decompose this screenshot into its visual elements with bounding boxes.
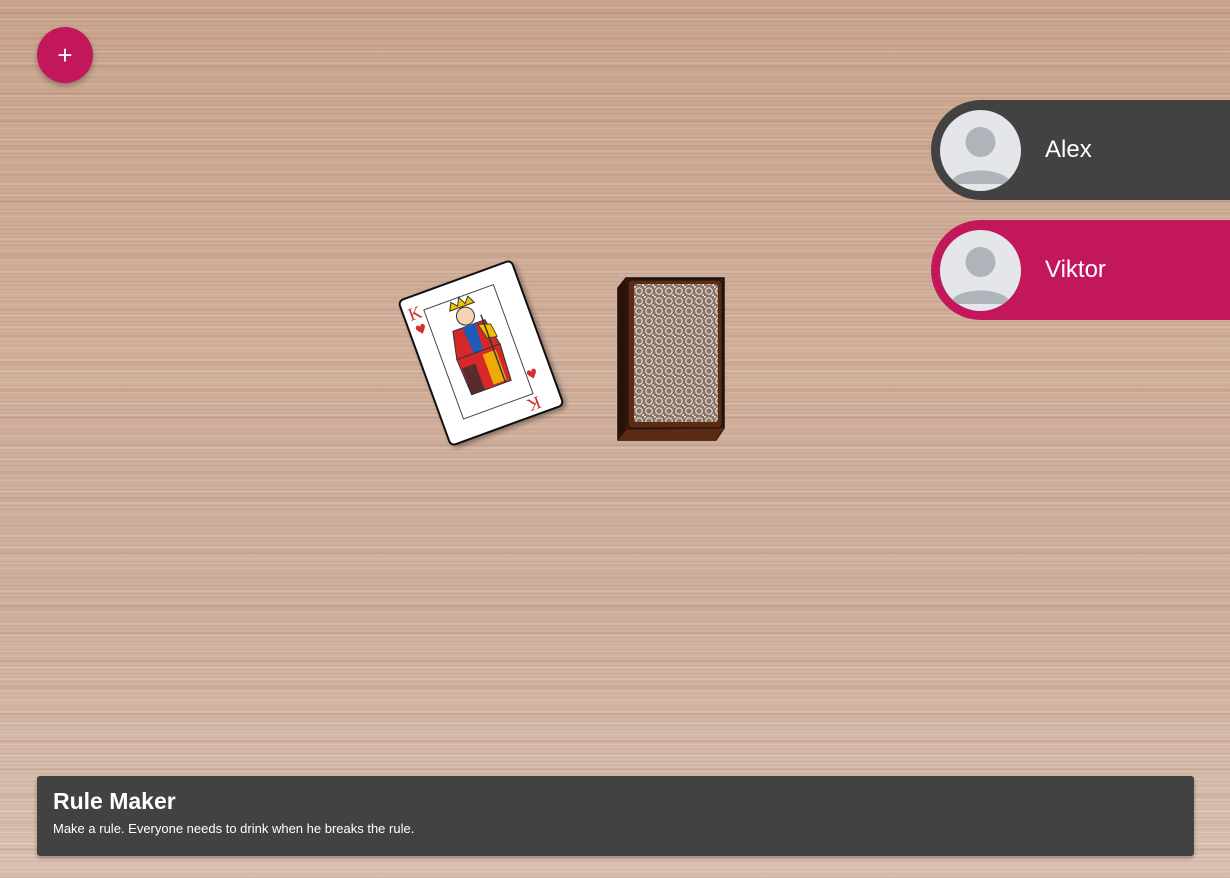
add-player-button[interactable]: + bbox=[37, 27, 93, 83]
card-suit-top: ♥ bbox=[413, 321, 429, 339]
card-deck[interactable] bbox=[614, 276, 726, 442]
king-of-hearts-card[interactable]: K ♥ ♥ K bbox=[397, 258, 565, 448]
player-name: Viktor bbox=[1045, 256, 1106, 283]
player-name: Alex bbox=[1045, 136, 1092, 163]
rule-title: Rule Maker bbox=[53, 788, 176, 814]
card-suit-bottom: ♥ bbox=[524, 366, 540, 384]
default-avatar-icon bbox=[940, 229, 1021, 311]
plus-icon: + bbox=[57, 40, 73, 70]
player-viktor[interactable]: Viktor bbox=[931, 220, 1230, 320]
player-alex[interactable]: Alex bbox=[931, 100, 1230, 200]
card-rank-bottom: K bbox=[525, 392, 544, 415]
game-table: + Alex Viktor K ♥ ♥ K Rule Maker Make a … bbox=[0, 0, 1230, 878]
rule-info-panel: Rule Maker Make a rule. Everyone needs t… bbox=[37, 776, 1194, 856]
card-deck-icon bbox=[617, 277, 725, 441]
rule-description: Make a rule. Everyone needs to drink whe… bbox=[53, 821, 415, 836]
default-avatar-icon bbox=[940, 109, 1021, 191]
